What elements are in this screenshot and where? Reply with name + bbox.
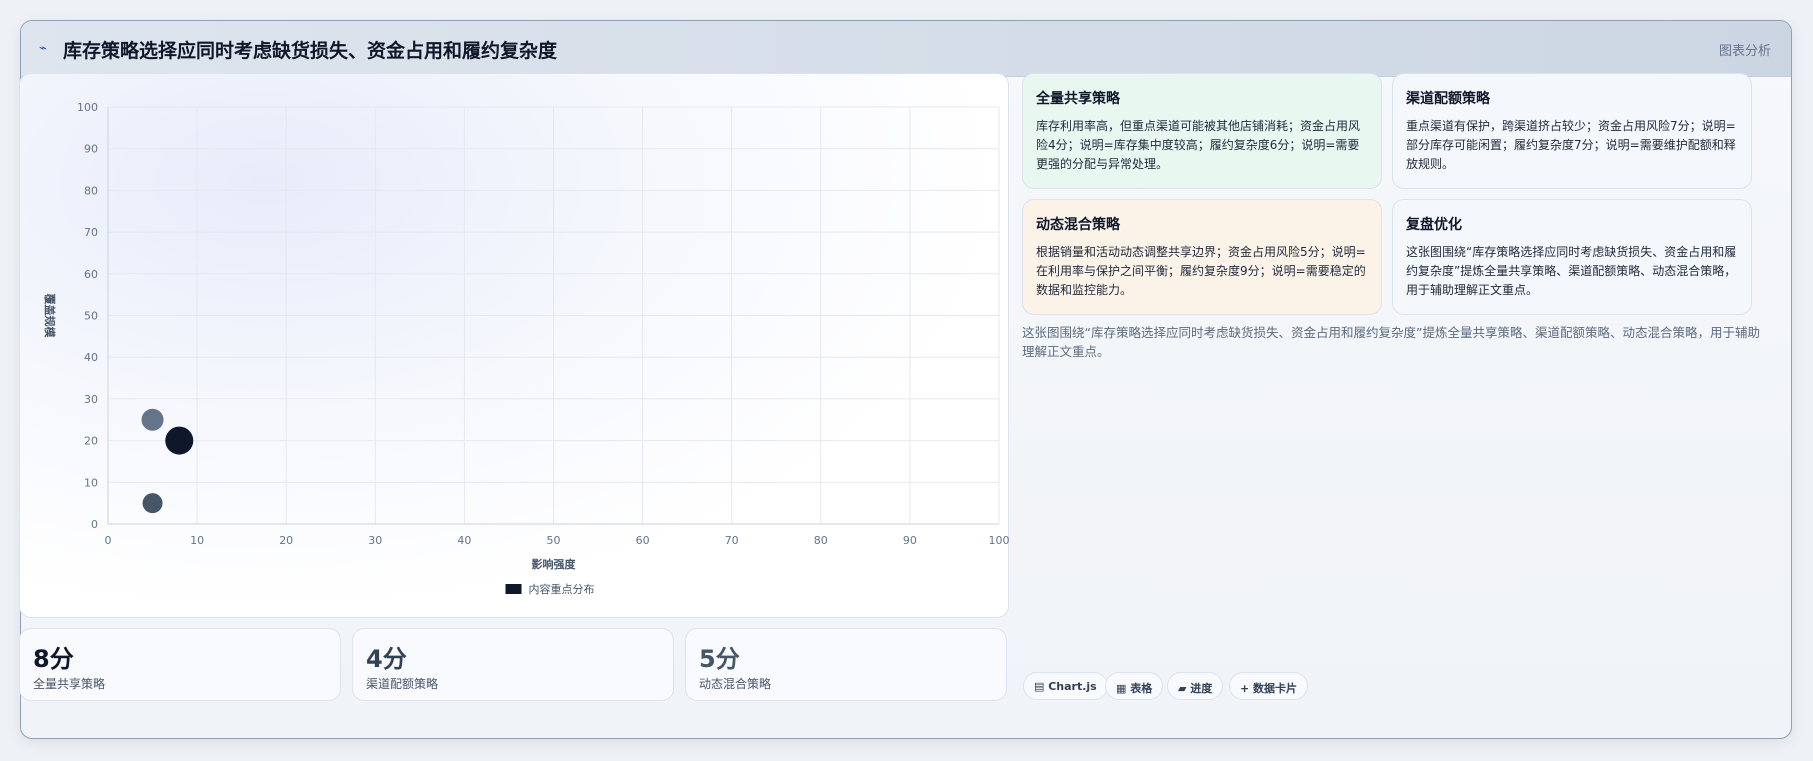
y-tick-label: 90 <box>84 143 98 156</box>
stat-label: 动态混合策略 <box>699 677 772 691</box>
strategy-card: 渠道配额策略 重点渠道有保护，跨渠道挤占较少；资金占用风险7分；说明=部分库存可… <box>1392 73 1752 189</box>
stat-value: 5分 <box>699 645 740 673</box>
y-tick-label: 0 <box>91 518 98 531</box>
stat-label: 渠道配额策略 <box>366 677 439 691</box>
x-tick-label: 40 <box>457 534 471 547</box>
y-tick-label: 100 <box>77 101 98 114</box>
x-tick-label: 90 <box>903 534 917 547</box>
x-tick-label: 10 <box>190 534 204 547</box>
x-tick-label: 0 <box>105 534 112 547</box>
card-body: 库存利用率高，但重点渠道可能被其他店铺消耗；资金占用风险4分；说明=库存集中度较… <box>1036 119 1361 171</box>
stat-value: 4分 <box>366 645 407 673</box>
y-tick-label: 70 <box>84 226 98 239</box>
legend-label: 内容重点分布 <box>529 582 595 596</box>
page-title: 库存策略选择应同时考虑缺货损失、资金占用和履约复杂度 <box>63 40 558 62</box>
scatter-point <box>141 408 164 431</box>
x-tick-label: 80 <box>814 534 828 547</box>
card-body: 重点渠道有保护，跨渠道挤占较少；资金占用风险7分；说明=部分库存可能闲置；履约复… <box>1406 119 1736 171</box>
scatter-point <box>165 426 194 455</box>
y-tick-label: 60 <box>84 268 98 281</box>
y-tick-label: 20 <box>84 435 98 448</box>
scatter-point <box>142 493 163 514</box>
chip-data-card[interactable]: + 数据卡片 <box>1229 672 1309 700</box>
x-tick-label: 70 <box>725 534 739 547</box>
x-tick-label: 20 <box>279 534 293 547</box>
stat-label: 全量共享策略 <box>33 677 106 691</box>
y-tick-label: 80 <box>84 184 98 197</box>
x-axis-title: 影响强度 <box>532 557 577 571</box>
stat-value: 8分 <box>33 645 74 673</box>
x-tick-label: 100 <box>989 534 1010 547</box>
x-tick-label: 30 <box>368 534 382 547</box>
card-title: 渠道配额策略 <box>1406 91 1490 107</box>
y-axis-title: 覆盖规模 <box>43 294 57 339</box>
y-tick-label: 40 <box>84 351 98 364</box>
summary-text: 这张图围绕“库存策略选择应同时考虑缺货损失、资金占用和履约复杂度”提炼全量共享策… <box>1022 325 1760 359</box>
trend-icon: ⌁ <box>39 41 47 56</box>
stat-card: 5分 动态混合策略 <box>685 628 1007 701</box>
card-title: 复盘优化 <box>1406 217 1462 233</box>
chip-chartjs[interactable]: ▤ Chart.js <box>1023 672 1108 700</box>
x-tick-label: 60 <box>636 534 650 547</box>
stat-card: 4分 渠道配额策略 <box>352 628 674 701</box>
header-tag: 图表分析 <box>1718 44 1771 59</box>
y-tick-label: 30 <box>84 393 98 406</box>
legend-swatch <box>505 584 522 594</box>
strategy-card: 复盘优化 这张图围绕“库存策略选择应同时考虑缺货损失、资金占用和履约复杂度”提炼… <box>1392 199 1752 315</box>
y-tick-label: 50 <box>84 310 98 323</box>
x-tick-label: 50 <box>547 534 561 547</box>
header: ⌁ 库存策略选择应同时考虑缺货损失、资金占用和履约复杂度 图表分析 <box>21 21 1791 77</box>
strategy-card: 全量共享策略 库存利用率高，但重点渠道可能被其他店铺消耗；资金占用风险4分；说明… <box>1022 73 1382 189</box>
card-title: 全量共享策略 <box>1036 91 1120 107</box>
strategy-card: 动态混合策略 根据销量和活动动态调整共享边界；资金占用风险5分；说明=在利用率与… <box>1022 199 1382 315</box>
chip-table[interactable]: ▦ 表格 <box>1105 672 1164 700</box>
y-tick-label: 10 <box>84 476 98 489</box>
card-body: 根据销量和活动动态调整共享边界；资金占用风险5分；说明=在利用率与保护之间平衡；… <box>1036 245 1366 297</box>
chart-card: 0 10 20 30 40 50 60 70 80 90 100 0 10 20 30 40 50 60 70 80 9… <box>19 73 1010 618</box>
stat-card: 8分 全量共享策略 <box>19 628 341 701</box>
card-title: 动态混合策略 <box>1036 217 1120 233</box>
chip-progress[interactable]: ▰ 进度 <box>1167 672 1224 700</box>
card-body: 这张图围绕“库存策略选择应同时考虑缺货损失、资金占用和履约复杂度”提炼全量共享策… <box>1406 245 1737 297</box>
scatter-chart: 0 10 20 30 40 50 60 70 80 90 100 0 10 20 30 40 50 60 70 80 9… <box>43 101 1010 596</box>
